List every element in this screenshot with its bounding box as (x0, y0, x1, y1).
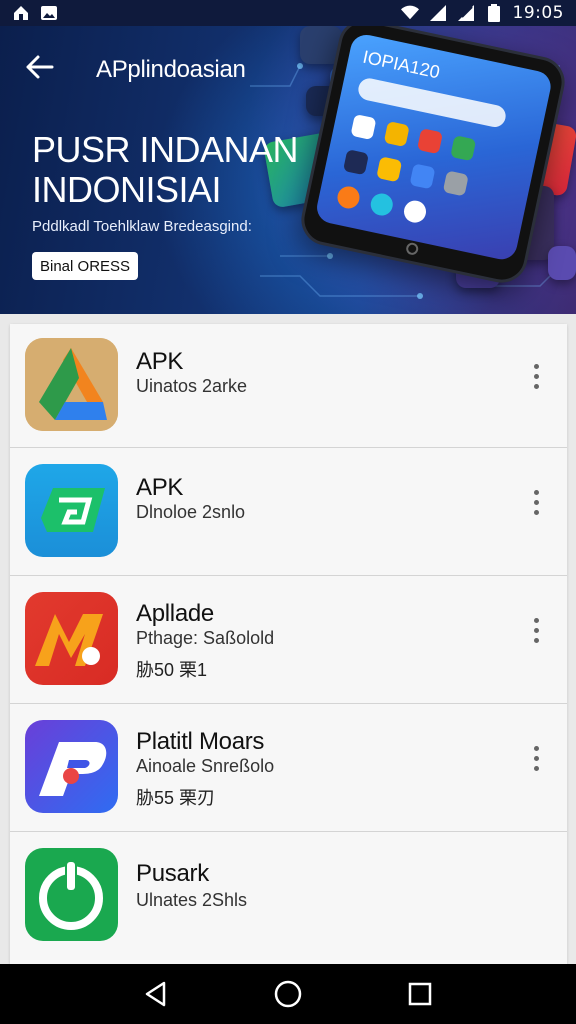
navigation-bar (0, 964, 576, 1024)
purple-p-icon (25, 720, 118, 813)
phone-screen: IOPIA120 (314, 31, 554, 263)
phone-screen-text: IOPIA120 (361, 46, 442, 83)
floating-app-tile (548, 246, 576, 280)
recents-square-icon (408, 982, 432, 1006)
home-notification-icon (12, 4, 30, 22)
triangle-drive-icon (25, 338, 118, 431)
app-meta: 胁55 栗刃 (136, 788, 216, 808)
phone-app-icon (450, 135, 477, 162)
app-subtitle: Ainoale Snreßolo (136, 756, 275, 776)
phone-app-icon (416, 128, 444, 155)
hero-subtitle: Pddlkadl Toehlklaw Bredeasgind: (32, 218, 252, 235)
nav-recents-button[interactable] (400, 974, 440, 1014)
phone-app-icon (342, 149, 370, 176)
list-item[interactable]: APK Dlnoloe 2snlo (10, 448, 567, 576)
phone-home-button (405, 241, 420, 256)
app-name: APK (136, 474, 184, 501)
phone-search-bar (356, 76, 508, 130)
app-subtitle: Pthage: Saßolold (136, 628, 275, 648)
app-name: Pusark (136, 860, 209, 887)
app-subtitle: Uinatos 2arke (136, 376, 248, 396)
signal-icon (429, 4, 447, 22)
list-item[interactable]: Apllade Pthage: Saßolold 胁50 栗1 (10, 576, 567, 704)
phone-app-icon (409, 163, 436, 190)
app-meta: 胁50 栗1 (136, 660, 208, 680)
phone-app-icon (442, 170, 469, 197)
green-square-icon (25, 464, 118, 557)
list-item[interactable]: Pusark Ulnates 2Shls (10, 832, 567, 964)
more-options-button[interactable] (521, 356, 551, 396)
more-options-button[interactable] (521, 482, 551, 522)
phone-app-icon (376, 156, 403, 183)
app-subtitle: Dlnoloe 2snlo (136, 502, 246, 522)
battery-icon (485, 4, 503, 22)
nav-back-button[interactable] (136, 974, 176, 1014)
list-item[interactable]: Platitl Moars Ainoale Snreßolo 胁55 栗刃 (10, 704, 567, 832)
nav-home-button[interactable] (268, 974, 308, 1014)
status-time: 19:05 (512, 3, 564, 23)
list-item[interactable]: APK Uinatos 2arke (10, 324, 567, 448)
phone-app-icon (383, 121, 410, 148)
more-options-button[interactable] (521, 738, 551, 778)
phone-app-icon (350, 113, 377, 141)
hero-title-line-1: PUSR INDANAN (32, 129, 299, 170)
home-circle-icon (274, 980, 302, 1008)
red-m-icon (25, 592, 118, 685)
app-subtitle: Ulnates 2Shls (136, 890, 248, 910)
hero-banner: IOPIA120 APplindoasian PUSR INDANAN INDO… (0, 26, 576, 314)
more-options-button[interactable] (521, 610, 551, 650)
gallery-notification-icon (40, 4, 58, 22)
back-button[interactable] (22, 50, 56, 84)
status-left (12, 4, 58, 22)
phone-app-icon (368, 191, 395, 218)
signal-alt-icon (457, 4, 475, 22)
app-name: Platitl Moars (136, 728, 265, 755)
app-title: APplindoasian (96, 56, 246, 83)
status-bar: 19:05 (0, 0, 576, 26)
green-power-icon (25, 848, 118, 941)
wifi-icon (400, 4, 419, 22)
arrow-left-icon (26, 55, 54, 79)
app-name: APK (136, 348, 184, 375)
phone-app-icon (401, 198, 429, 225)
hero-title-line-2: INDONISIAI (32, 169, 222, 210)
back-triangle-icon (145, 981, 166, 1007)
status-right: 19:05 (400, 3, 565, 23)
hero-chip-button[interactable]: Binal ORESS (32, 252, 139, 280)
app-name: Apllade (136, 600, 214, 627)
app-list: APK Uinatos 2arke APK Dlnoloe 2snlo Apll… (10, 324, 567, 964)
hero-title: PUSR INDANAN INDONISIAI (32, 130, 342, 210)
